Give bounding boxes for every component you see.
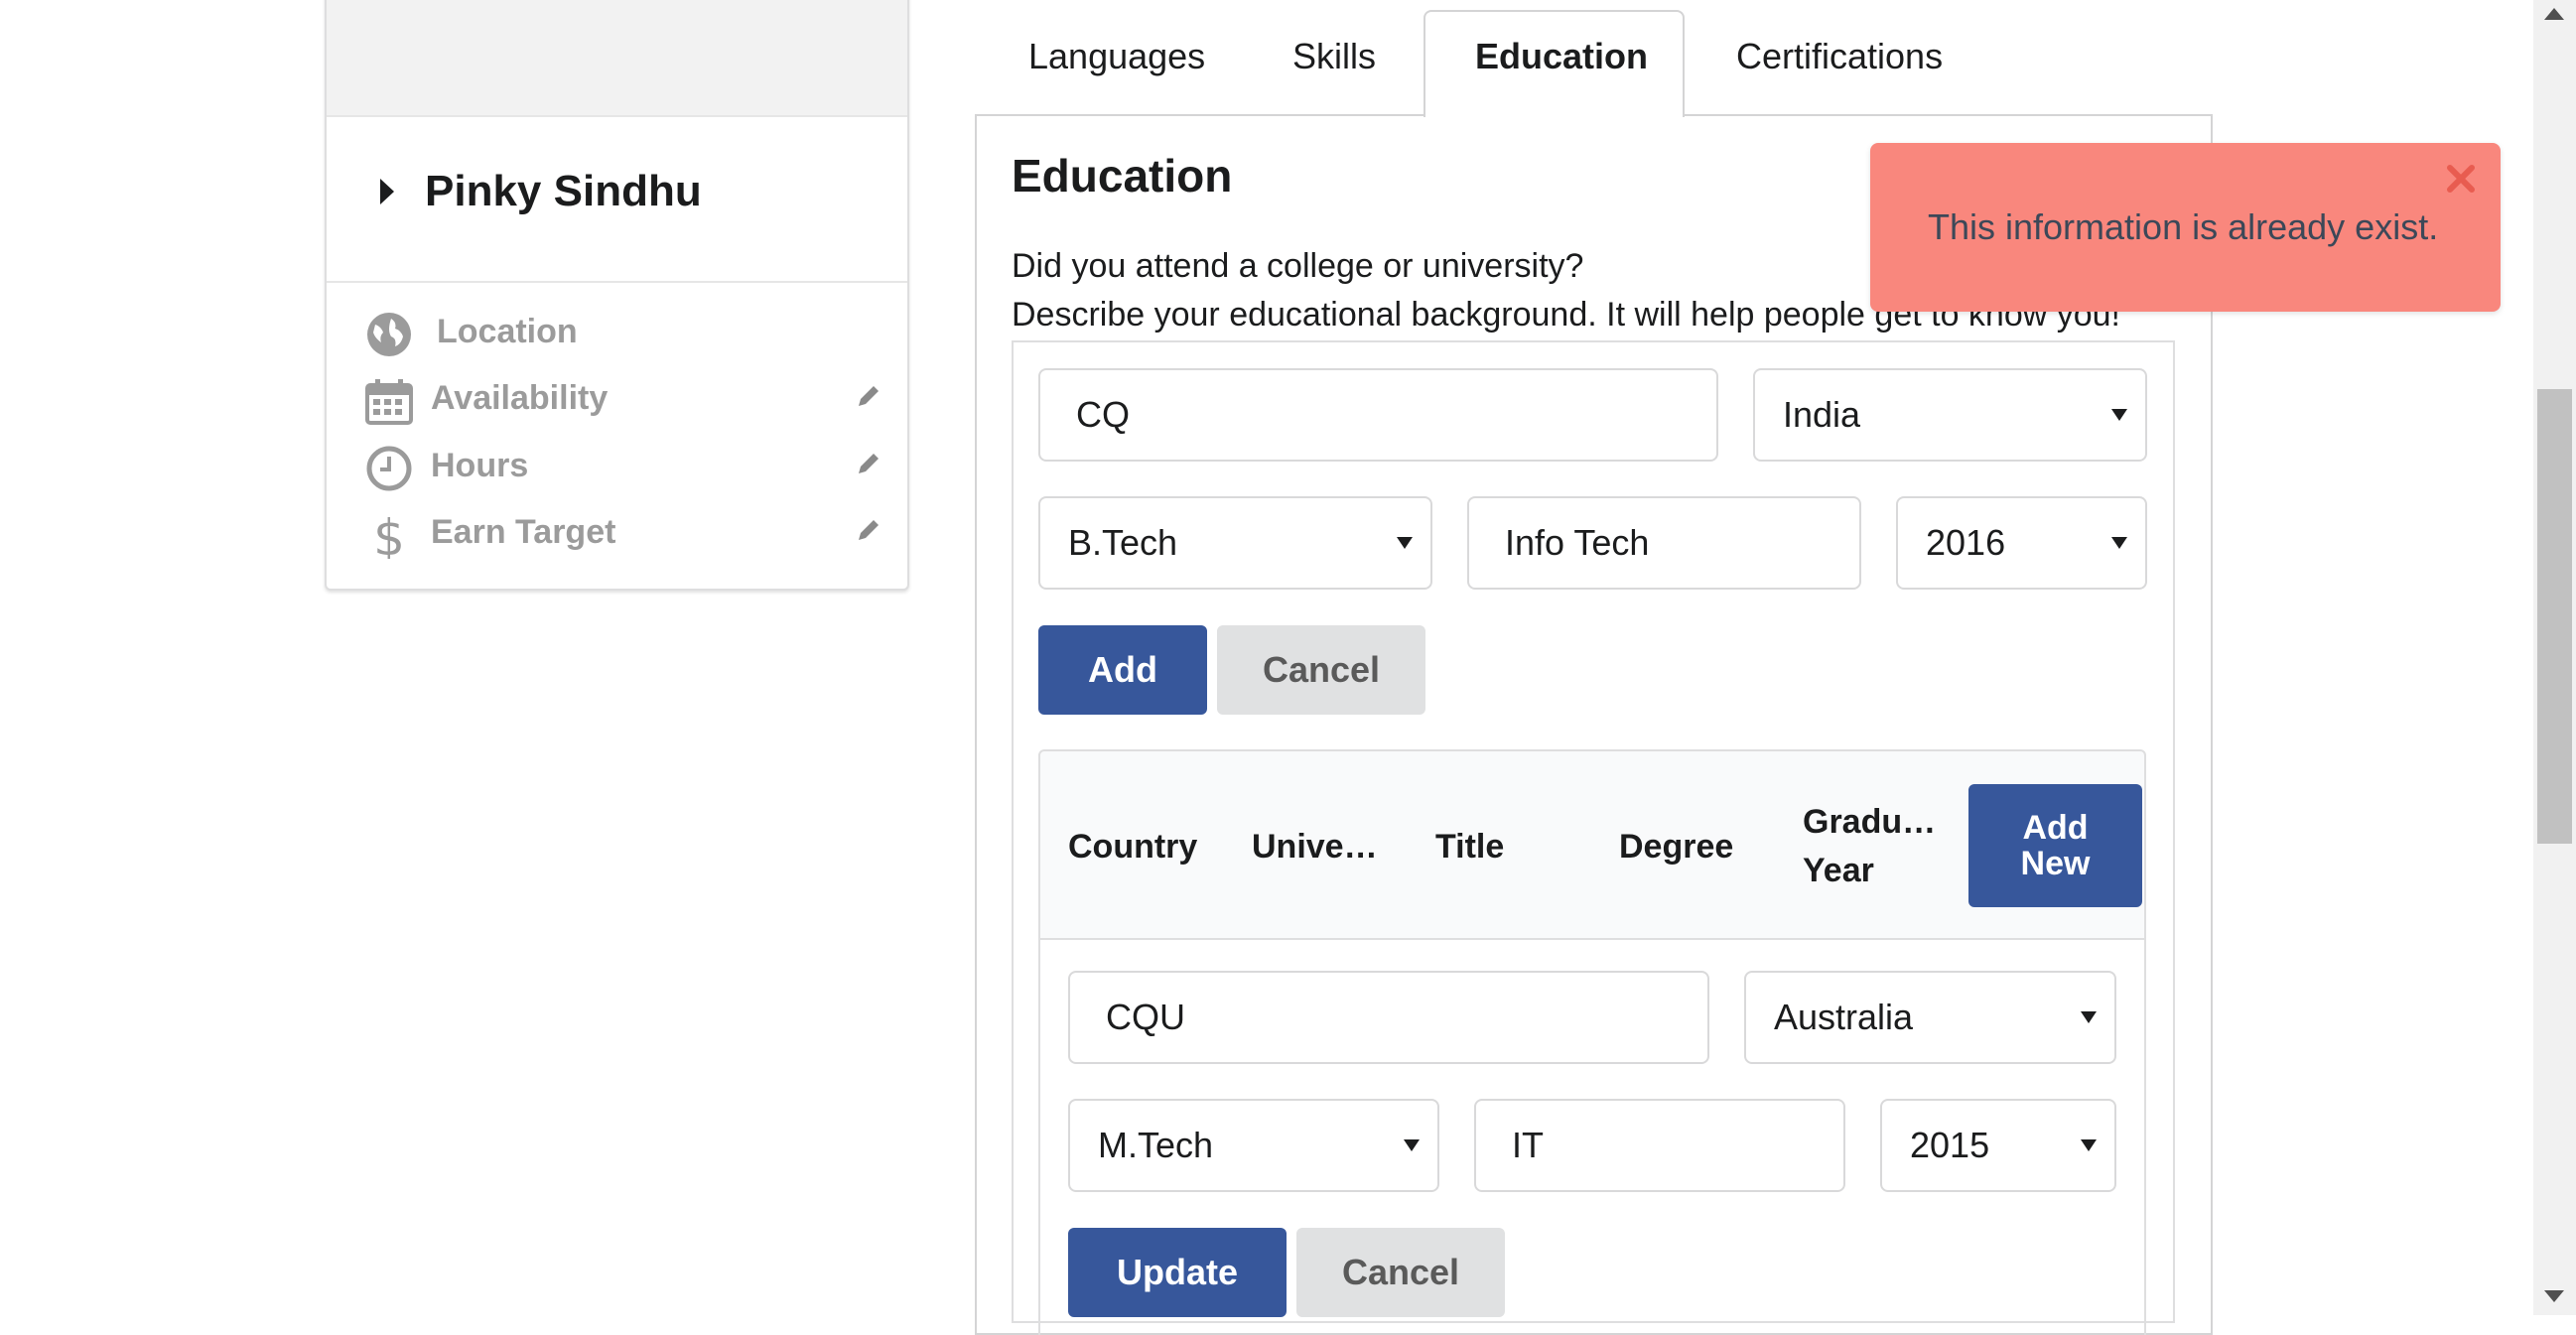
country-select-value: India: [1783, 394, 1861, 435]
country-select[interactable]: India: [1753, 368, 2147, 462]
column-header-year: Year: [1803, 852, 1874, 889]
column-header-degree: Degree: [1619, 828, 1734, 866]
dropdown-arrow-icon: [2081, 1011, 2097, 1023]
scrollbar-thumb[interactable]: [2537, 389, 2572, 844]
title-select-value: B.Tech: [1068, 522, 1178, 563]
dropdown-arrow-icon: [2111, 409, 2127, 421]
dropdown-arrow-icon: [2081, 1139, 2097, 1151]
add-new-label-line1: Add: [2022, 809, 2089, 847]
caret-right-icon[interactable]: [380, 179, 394, 204]
degree-input[interactable]: [1467, 496, 1861, 590]
edit-degree-input[interactable]: [1474, 1099, 1845, 1192]
column-header-university: Unive…: [1252, 828, 1378, 866]
clock-icon: [366, 446, 412, 491]
university-input[interactable]: [1038, 368, 1718, 462]
calendar-icon: [365, 379, 413, 425]
meta-label: Location: [437, 313, 578, 350]
meta-row-earn-target: $ Earn Target: [365, 503, 881, 563]
scroll-up-arrow-icon[interactable]: [2544, 8, 2564, 20]
toast-message: This information is already exist.: [1928, 206, 2439, 247]
pencil-icon[interactable]: [856, 517, 881, 543]
edit-country-select[interactable]: Australia: [1744, 971, 2116, 1064]
meta-label: Earn Target: [431, 513, 616, 551]
edit-year-value: 2015: [1910, 1125, 1990, 1165]
dropdown-arrow-icon: [2111, 537, 2127, 549]
dropdown-arrow-icon: [1397, 537, 1413, 549]
meta-label: Availability: [431, 379, 609, 417]
close-icon[interactable]: [2443, 161, 2479, 197]
scroll-down-arrow-icon[interactable]: [2544, 1290, 2564, 1302]
edit-title-value: M.Tech: [1098, 1125, 1214, 1165]
edit-graduation-year-select[interactable]: 2015: [1880, 1099, 2116, 1192]
edit-title-select[interactable]: M.Tech: [1068, 1099, 1439, 1192]
cancel-button[interactable]: Cancel: [1217, 625, 1425, 715]
profile-image-placeholder: [327, 0, 907, 117]
error-toast: This information is already exist.: [1870, 143, 2501, 312]
pencil-icon[interactable]: [856, 383, 881, 409]
globe-icon: [367, 313, 411, 356]
edit-country-value: Australia: [1774, 997, 1914, 1037]
tab-certifications[interactable]: Certifications: [1736, 36, 1943, 95]
meta-row-location: Location: [365, 303, 881, 362]
profile-name: Pinky Sindhu: [425, 167, 702, 215]
tab-education[interactable]: Education: [1475, 36, 1648, 95]
update-button[interactable]: Update: [1068, 1228, 1287, 1317]
year-select-value: 2016: [1926, 522, 2006, 563]
dropdown-arrow-icon: [1404, 1139, 1420, 1151]
tab-languages[interactable]: Languages: [1028, 36, 1205, 95]
svg-text:$: $: [373, 511, 405, 559]
edit-cancel-button[interactable]: Cancel: [1296, 1228, 1505, 1317]
divider: [327, 281, 907, 283]
section-title: Education: [1012, 150, 1233, 201]
add-new-button[interactable]: Add New: [1968, 784, 2142, 907]
dollar-icon: $: [373, 511, 405, 559]
tab-skills[interactable]: Skills: [1292, 36, 1376, 95]
column-header-country: Country: [1068, 828, 1198, 866]
meta-row-hours: Hours: [365, 437, 881, 496]
add-button[interactable]: Add: [1038, 625, 1207, 715]
add-new-label-line2: New: [2020, 845, 2091, 882]
meta-label: Hours: [431, 447, 529, 484]
graduation-year-select[interactable]: 2016: [1896, 496, 2147, 590]
meta-row-availability: Availability: [365, 369, 881, 429]
education-question: Did you attend a college or university?: [1012, 247, 1584, 285]
edit-university-input[interactable]: [1068, 971, 1709, 1064]
column-header-title: Title: [1435, 828, 1505, 866]
column-header-graduation: Gradu…: [1803, 803, 1937, 841]
pencil-icon[interactable]: [856, 451, 881, 476]
title-select[interactable]: B.Tech: [1038, 496, 1432, 590]
